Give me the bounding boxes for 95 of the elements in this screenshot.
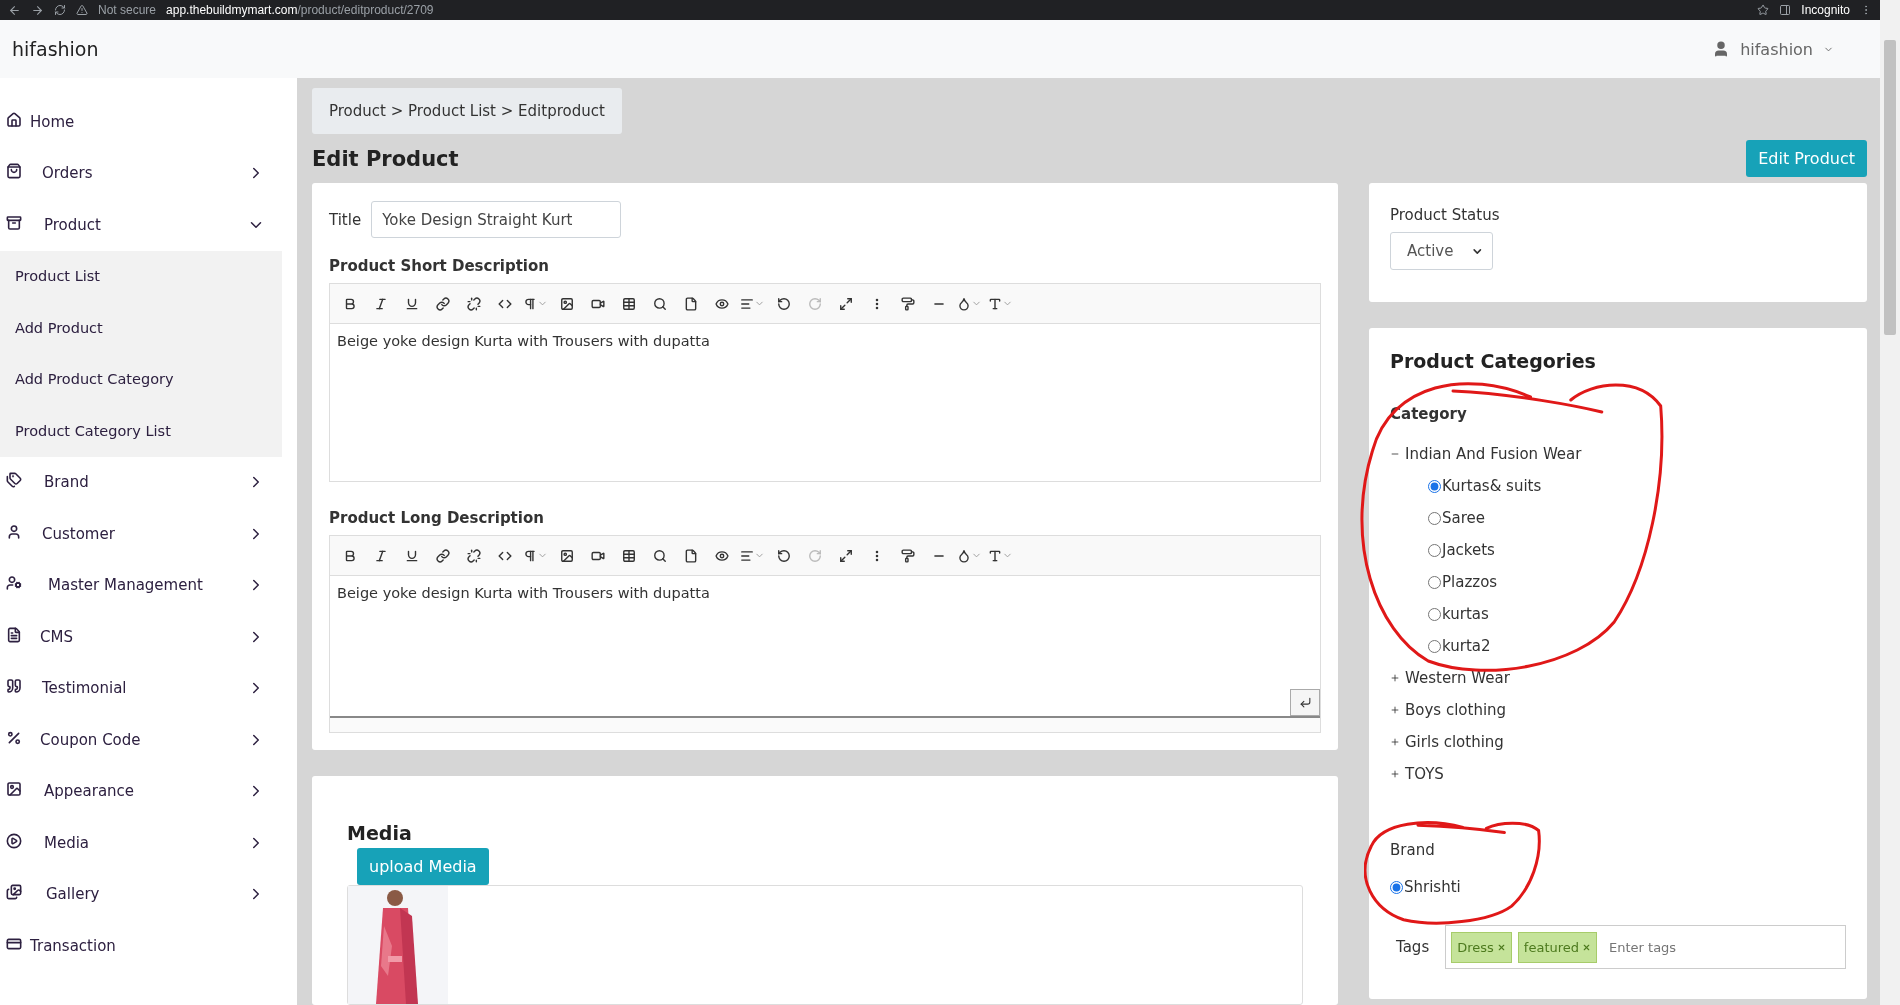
field-label: Tags [1396, 938, 1430, 956]
menu-item-icon [6, 729, 22, 746]
category-name[interactable]: Boys clothing [1405, 701, 1507, 719]
rich-text-editor[interactable]: Beige yoke design Kurta with Trousers with dupatta [329, 283, 1321, 482]
category-radio[interactable] [1428, 479, 1441, 493]
menu-item-icon [6, 575, 22, 592]
remove-icon[interactable] [1496, 942, 1506, 952]
expand-icon[interactable] [1390, 737, 1400, 747]
enter-icon[interactable] [1290, 689, 1320, 716]
security-label: Not secure [98, 3, 157, 17]
editor-text: Beige yoke design Kurta with Trousers with dupatta [337, 585, 710, 601]
sidebar-item[interactable]: Brand [44, 473, 247, 492]
field-label: Product Long Description [329, 509, 544, 527]
sidebar-item[interactable]: Home [30, 112, 297, 131]
sidebar-item[interactable]: CMS [40, 627, 247, 646]
tags-field[interactable]: Dress featured Enter tags [1445, 925, 1846, 969]
align-icon[interactable] [739, 548, 766, 563]
menu-item-icon [6, 884, 22, 901]
expand-icon[interactable] [1390, 769, 1400, 779]
sidebar-item[interactable]: Master Management [48, 576, 247, 595]
menu-item-icon [6, 214, 22, 231]
field-label: Product Status [1390, 206, 1500, 224]
text-size-icon[interactable] [987, 548, 1014, 563]
category-radio[interactable] [1428, 639, 1441, 653]
tag: featured [1517, 931, 1598, 963]
brand-name: hifashion [12, 38, 99, 60]
menu-item-icon [6, 781, 22, 798]
forward-icon[interactable] [31, 3, 44, 17]
menu-item-icon [6, 523, 22, 540]
field-label: Category [1390, 405, 1467, 423]
menu-item-icon [6, 163, 22, 180]
side-panel-icon[interactable] [1779, 4, 1792, 16]
sidebar-item[interactable]: Orders [42, 164, 247, 183]
submenu-item[interactable]: Add Product [0, 302, 282, 354]
align-icon[interactable] [739, 296, 766, 311]
sidebar-item[interactable]: Product [44, 215, 247, 234]
menu-item-icon [6, 472, 22, 489]
sidebar-item[interactable]: Coupon Code [40, 730, 247, 749]
section-title: Media [347, 822, 413, 844]
sidebar-item[interactable]: Media [44, 833, 247, 852]
editor-text: Beige yoke design Kurta with Trousers with dupatta [337, 333, 710, 349]
radio-label[interactable]: Shrishti [1404, 878, 1461, 896]
menu-item-icon [6, 832, 22, 849]
radio-label[interactable]: Jackets [1442, 541, 1495, 559]
warning-icon [76, 4, 88, 16]
address-text[interactable]: app.thebuildmymart.com/product/editproduct/2709 [166, 3, 434, 17]
sidebar-item[interactable]: Transaction [30, 936, 297, 955]
expand-icon[interactable] [1390, 705, 1400, 715]
radio-label[interactable]: kurtas [1442, 605, 1489, 623]
radio-label[interactable]: Saree [1442, 509, 1485, 527]
title-field[interactable]: Yoke Design Straight Kurt [371, 201, 622, 238]
incognito-label: Incognito [1801, 3, 1850, 17]
sidebar-item[interactable]: Customer [42, 524, 247, 543]
droplet-icon[interactable] [956, 296, 983, 311]
submenu-item[interactable]: Product Category List [0, 405, 282, 457]
sidebar-item[interactable]: Appearance [44, 782, 247, 801]
submenu-item[interactable]: Product List [0, 250, 282, 302]
tag: Dress [1451, 931, 1512, 963]
radio-label[interactable]: Kurtas& suits [1442, 477, 1542, 495]
remove-icon[interactable] [1582, 942, 1592, 952]
category-radio[interactable] [1428, 511, 1441, 525]
droplet-icon[interactable] [956, 548, 983, 563]
radio-label[interactable]: kurta2 [1442, 637, 1491, 655]
radio-label[interactable]: Plazzos [1442, 573, 1498, 591]
submenu-item[interactable]: Add Product Category [0, 353, 282, 405]
star-icon[interactable] [1757, 4, 1770, 16]
category-name[interactable]: Western Wear [1405, 669, 1510, 687]
reload-icon[interactable] [54, 4, 66, 16]
category-name[interactable]: Girls clothing [1405, 733, 1504, 751]
category-name[interactable]: Indian And Fusion Wear [1405, 445, 1582, 463]
category-name[interactable]: TOYS [1405, 765, 1444, 783]
expand-icon[interactable] [1390, 673, 1400, 683]
status-select[interactable]: Active [1390, 232, 1493, 270]
field-label: Title [329, 210, 362, 229]
breadcrumb: Product > Product List > Editproduct [312, 88, 622, 134]
menu-item-icon [6, 678, 22, 695]
back-icon[interactable] [8, 3, 21, 17]
brand-radio[interactable] [1390, 880, 1403, 894]
text-size-icon[interactable] [987, 296, 1014, 311]
page-title: Edit Product [312, 146, 459, 171]
category-radio[interactable] [1428, 543, 1441, 557]
field-label: Product Short Description [329, 257, 549, 275]
section-title: Product Categories [1390, 350, 1597, 372]
category-radio[interactable] [1428, 607, 1441, 621]
user-menu[interactable]: hifashion [1712, 39, 1834, 59]
sidebar-item[interactable]: Testimonial [42, 679, 247, 698]
field-label: Brand [1390, 841, 1435, 859]
sidebar-item[interactable]: Gallery [46, 885, 247, 904]
scrollbar[interactable] [1880, 0, 1900, 1005]
menu-item-icon [6, 111, 22, 128]
paragraph-icon[interactable] [522, 296, 549, 311]
paragraph-icon[interactable] [522, 548, 549, 563]
category-radio[interactable] [1428, 575, 1441, 589]
menu-item-icon [6, 626, 22, 643]
rich-text-editor[interactable]: Beige yoke design Kurta with Trousers with dupatta [329, 535, 1321, 733]
